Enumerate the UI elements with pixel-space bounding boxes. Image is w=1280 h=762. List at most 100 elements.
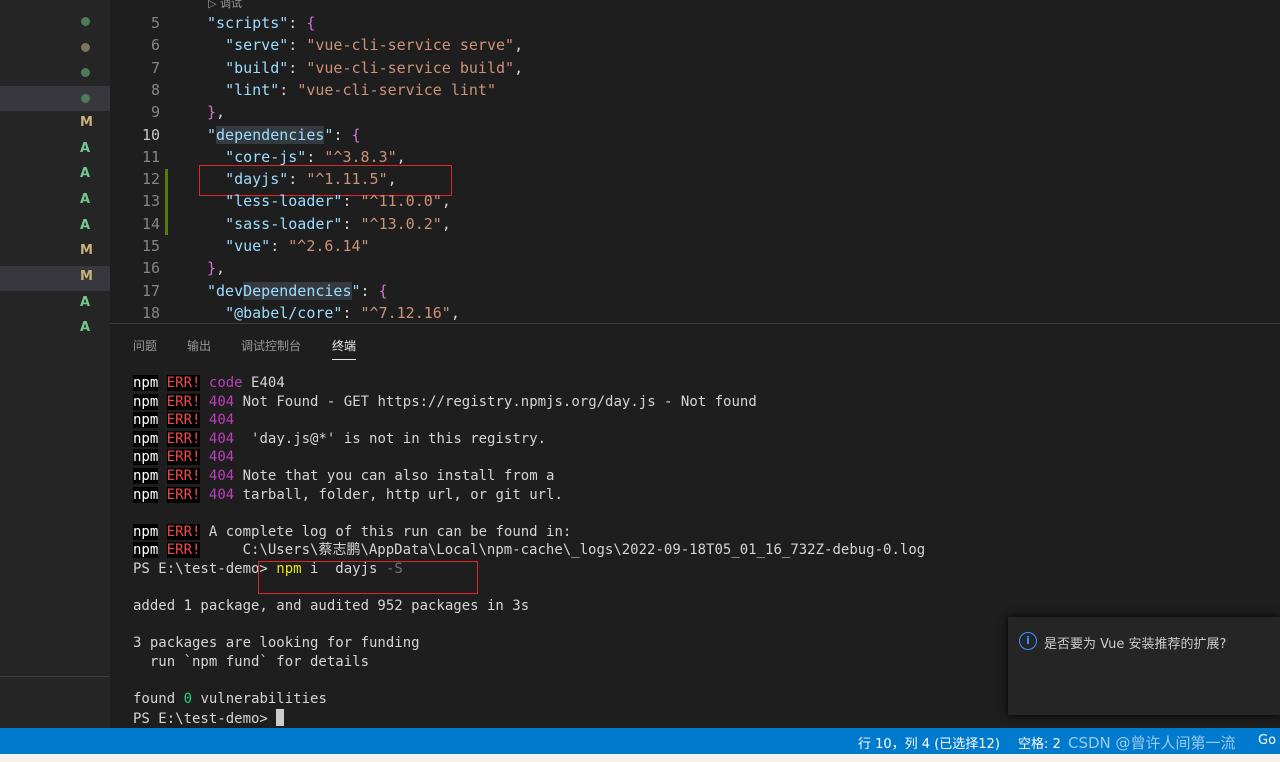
token: :: [288, 170, 307, 189]
token: :: [288, 14, 307, 32]
token: dependencies: [216, 125, 325, 144]
tab-output[interactable]: 输出: [187, 337, 211, 354]
line-number: 9: [150, 103, 160, 122]
code-line[interactable]: 14 "sass-loader": "^13.0.2",: [110, 213, 1280, 235]
terminal-token: npm: [133, 375, 159, 391]
terminal-token: 404: [208, 412, 235, 429]
file-row[interactable]: A: [0, 163, 110, 188]
indentation[interactable]: 空格: 2: [1018, 733, 1061, 752]
line-number: 14: [141, 214, 160, 233]
code-line[interactable]: 7 "build": "vue-cli-service build",: [110, 57, 1280, 79]
code-line[interactable]: 10 "dependencies": {: [110, 124, 1280, 146]
code-line[interactable]: 17 "devDependencies": {: [110, 280, 1280, 302]
git-status-badge: A: [80, 140, 91, 156]
terminal-token: 3 packages are looking for funding: [133, 635, 420, 652]
code-text: },: [207, 257, 225, 279]
file-row[interactable]: M: [0, 266, 110, 291]
file-row[interactable]: A: [0, 215, 110, 240]
file-row[interactable]: M: [0, 240, 110, 265]
code-line[interactable]: 8 "lint": "vue-cli-service lint": [110, 79, 1280, 101]
terminal-token: Not Found - GET https://registry.npmjs.o…: [234, 393, 757, 410]
token: "dev: [207, 281, 244, 300]
terminal-token: 404: [208, 449, 235, 466]
token: :: [306, 147, 325, 166]
file-row[interactable]: [0, 9, 110, 34]
terminal-token: npm: [133, 393, 159, 410]
code-line[interactable]: 9},: [110, 101, 1280, 123]
tab-problems[interactable]: 问题: [133, 337, 157, 354]
terminal-token: npm: [133, 412, 159, 429]
token: :: [342, 192, 361, 211]
code-line[interactable]: 16},: [110, 257, 1280, 279]
terminal-line: npm ERR! A complete log of this run can …: [133, 523, 571, 541]
token: :: [360, 281, 379, 300]
go-live[interactable]: Go: [1258, 733, 1276, 748]
code-line[interactable]: 5 "scripts": {: [110, 12, 1280, 34]
code-text: "devDependencies": {: [207, 280, 388, 302]
file-row[interactable]: M: [0, 112, 110, 137]
terminal-token: ERR!: [166, 412, 201, 429]
code-editor[interactable]: ▷ 调试 5 "scripts": {6 "serve": "vue-cli-se…: [110, 0, 1280, 323]
token: {: [306, 14, 316, 32]
code-line[interactable]: 6 "serve": "vue-cli-service serve",: [110, 34, 1280, 56]
file-row[interactable]: [0, 86, 110, 112]
terminal-token: A complete log of this run can be found …: [200, 523, 572, 540]
file-row[interactable]: A: [0, 317, 110, 342]
git-status-badge: A: [80, 191, 91, 207]
terminal-token: ERR!: [166, 468, 201, 484]
terminal-token: 404: [208, 430, 235, 447]
line-number: 6: [150, 36, 160, 55]
code-line[interactable]: 13 "less-loader": "^11.0.0",: [110, 190, 1280, 212]
cursor-position[interactable]: 行 10，列 4 (已选择12): [858, 733, 1000, 752]
sidebar-divider: [0, 676, 110, 677]
terminal-token: E404: [242, 375, 285, 391]
line-number: 18: [141, 303, 160, 322]
tab-debug-console[interactable]: 调试控制台: [241, 337, 301, 354]
tab-terminal[interactable]: 终端: [332, 337, 357, 360]
code-line[interactable]: 15 "vue": "^2.6.14": [110, 235, 1280, 257]
code-text: "build": "vue-cli-service build",: [207, 57, 523, 79]
terminal-line: added 1 package, and audited 952 package…: [133, 597, 529, 615]
code-line[interactable]: 12 "dayjs": "^1.11.5",: [110, 168, 1280, 190]
token: ,: [216, 103, 226, 122]
token: {: [351, 125, 361, 144]
explorer-sidebar: MAAAAMMAA: [0, 0, 110, 728]
token: :: [333, 125, 352, 144]
token: "dayjs": [225, 170, 289, 189]
line-number: 5: [150, 14, 160, 32]
file-row[interactable]: A: [0, 189, 110, 214]
code-text: "sass-loader": "^13.0.2",: [207, 213, 451, 235]
code-text: },: [207, 101, 225, 123]
code-line[interactable]: 18 "@babel/core": "^7.12.16",: [110, 302, 1280, 323]
file-row[interactable]: [0, 35, 110, 60]
git-status-badge: A: [80, 217, 91, 233]
token: "^3.8.3": [324, 147, 397, 166]
file-row[interactable]: A: [0, 138, 110, 163]
line-number: 8: [150, 80, 160, 99]
line-number: 11: [141, 147, 160, 166]
code-text: "dependencies": {: [207, 124, 361, 146]
token: Dependencies: [243, 281, 352, 300]
terminal-token: npm: [133, 430, 159, 447]
file-row[interactable]: A: [0, 292, 110, 317]
line-number: 7: [150, 58, 160, 77]
token: "build": [225, 58, 289, 77]
git-status-dot: [81, 94, 90, 104]
terminal-line: npm ERR! 404 tarball, folder, http url, …: [133, 486, 563, 504]
code-line[interactable]: 11 "core-js": "^3.8.3",: [110, 146, 1280, 168]
debug-codelens[interactable]: ▷ 调试: [208, 0, 242, 11]
git-status-badge: M: [80, 243, 93, 259]
file-row[interactable]: [0, 60, 110, 85]
